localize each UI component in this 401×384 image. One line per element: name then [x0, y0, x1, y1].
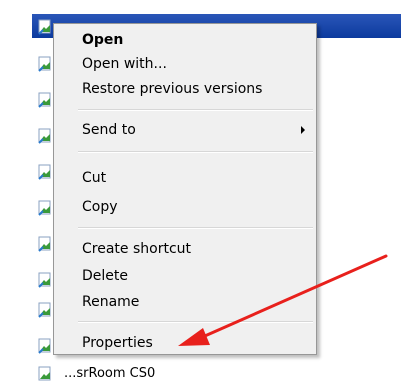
red-arrow-annotation	[178, 254, 388, 346]
